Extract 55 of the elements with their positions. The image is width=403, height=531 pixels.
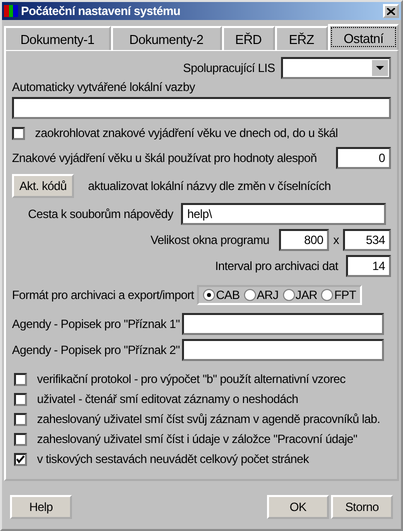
tab[interactable]: Dokumenty-2 [110,26,222,50]
input-field[interactable]: 800 [279,229,330,251]
cancel-button[interactable]: Storno [331,495,393,519]
window-title: Počáteční nastavení systému [21,4,182,18]
radio-button[interactable] [282,289,294,301]
checkbox[interactable] [14,432,27,446]
checkbox-label: zaheslovaný uživatel smí číst svůj záznam v agendě pracovníků lab. [37,412,380,426]
input-field[interactable]: 14 [346,255,391,277]
close-icon [387,8,395,14]
separator-text: x [333,233,339,247]
checkbox[interactable] [14,372,27,386]
radio-label: FPT [334,288,356,302]
input-field[interactable] [12,97,391,119]
checkbox-label: verifikační protokol - pro výpočet "b" použít alternativní vzorec [37,372,346,386]
radio-dot-icon [206,293,211,297]
checkbox[interactable] [12,126,25,140]
ok-button[interactable]: OK [267,495,329,519]
field-label: Formát pro archivaci a export/import [12,288,194,302]
close-button[interactable] [383,4,399,18]
checkbox[interactable] [14,452,27,466]
field-label: Znakové vyjádření věku u škál používat pro hodnoty alespoň [12,151,317,165]
field-label: Agendy - Popisek pro "Příznak 2" [12,343,180,357]
checkbox-label: zaheslovaný uživatel smí číst i údaje v záložce "Pracovní údaje" [37,432,358,446]
field-label: Spolupracující LIS [183,61,275,75]
tab[interactable]: EŘZ [274,26,328,50]
radio-button[interactable] [321,289,334,301]
input-field[interactable] [182,313,384,335]
radio-button[interactable] [202,289,215,301]
tab[interactable]: Ostatní [328,24,399,50]
radio-label: ARJ [256,288,278,302]
field-label: Agendy - Popisek pro "Příznak 1" [12,317,180,331]
help-button[interactable]: Help [10,495,72,519]
field-label: Interval pro archivaci dat [215,259,338,273]
checkbox-label: uživatel - čtenář smí editovat záznamy o neshodách [37,392,298,406]
radio-label: JAR [296,288,318,302]
description-text: aktualizovat lokální názvy dle změn v číselnících [88,179,331,193]
field-label: Cesta k souborům nápovědy [28,207,174,221]
tab[interactable]: Dokumenty-1 [4,26,111,50]
input-field[interactable]: 534 [343,229,391,251]
checkbox[interactable] [14,392,27,406]
input-field[interactable] [182,339,384,361]
tab[interactable]: EŘD [222,26,275,50]
checkbox[interactable] [14,412,27,426]
radio-label: CAB [216,288,240,302]
radio-button[interactable] [244,289,256,301]
input-field[interactable]: 0 [336,147,391,169]
field-label: Velikost okna programu [150,233,270,247]
input-field[interactable]: help\ [181,203,386,225]
checkbox-label: v tiskových sestavách neuvádět celkový počet stránek [37,452,309,466]
app-icon [4,4,18,18]
checkbox-label: zaokrohlovat znakové vyjádření věku ve dnech od, do u škál [35,126,338,140]
field-label: Automaticky vytvářené lokální vazby [12,80,195,94]
dropdown[interactable] [281,57,391,79]
update-codes-button[interactable]: Akt. kódů [12,174,74,198]
checkmark-icon [16,454,25,464]
